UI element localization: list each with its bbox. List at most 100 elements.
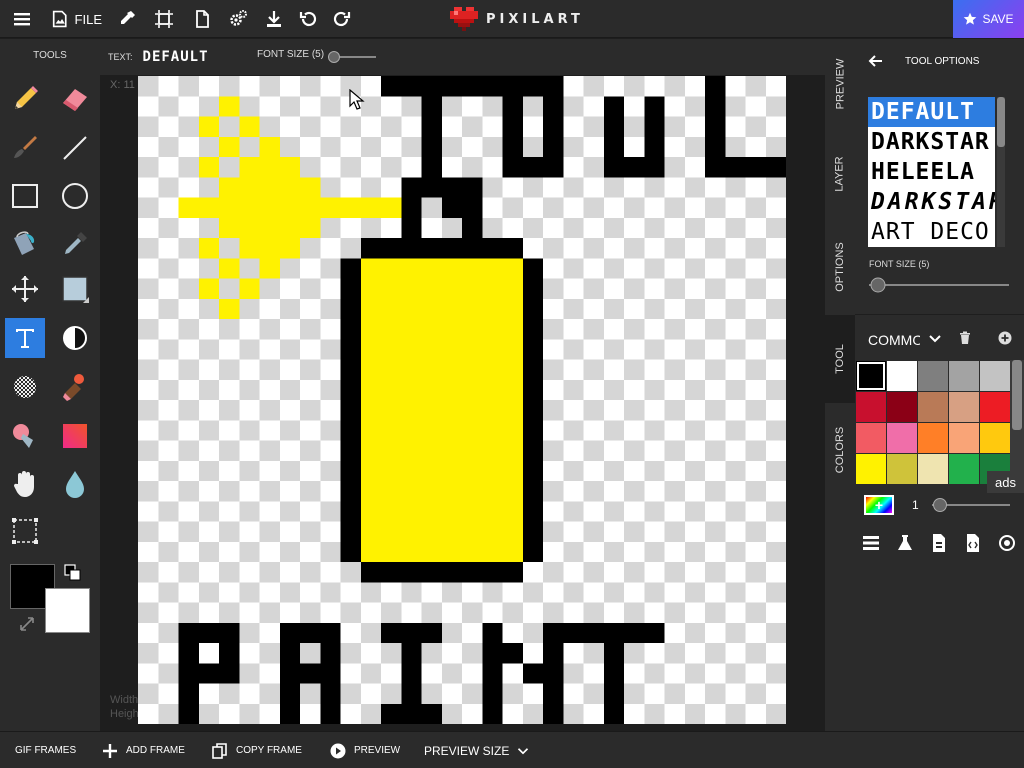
star-icon — [964, 12, 977, 25]
stamp-tool[interactable] — [55, 367, 95, 407]
list-icon[interactable] — [861, 533, 881, 553]
color-swatch[interactable] — [856, 361, 886, 391]
trash-icon[interactable] — [958, 331, 972, 345]
plus-icon — [103, 743, 117, 758]
font-list-scroll-thumb[interactable] — [997, 97, 1005, 147]
save-button[interactable]: SAVE — [953, 0, 1024, 38]
swap-colors-icon[interactable] — [18, 615, 36, 633]
copy-frame-label: COPY FRAME — [236, 745, 302, 756]
export-code-icon[interactable] — [963, 533, 983, 553]
copy-frame-button[interactable]: COPY FRAME — [212, 732, 302, 768]
eraser-tool[interactable] — [55, 79, 95, 119]
custom-color-button[interactable]: + — [864, 495, 894, 515]
undo-icon[interactable] — [296, 0, 320, 38]
lighten-circle-icon — [63, 326, 87, 350]
pixilart-logo[interactable]: PIXILART — [450, 6, 584, 32]
resize-canvas-icon[interactable] — [152, 0, 176, 38]
color-swatch[interactable] — [949, 423, 979, 453]
color-swatch[interactable] — [980, 392, 1010, 422]
color-swatch[interactable] — [949, 392, 979, 422]
font-list-scrollbar[interactable] — [997, 97, 1005, 247]
font-size-slider[interactable] — [328, 51, 376, 63]
ads-badge[interactable]: ads — [987, 471, 1024, 493]
tools-title: TOOLS — [33, 50, 67, 61]
gradient-tool[interactable] — [55, 416, 95, 456]
font-item-default[interactable]: DEFAULT — [868, 97, 995, 127]
move-arrows-icon — [12, 276, 38, 302]
bucket-tool[interactable] — [5, 224, 45, 264]
color-swatch[interactable] — [887, 423, 917, 453]
color-swatch[interactable] — [980, 361, 1010, 391]
font-item-heleela[interactable]: HELEELA — [868, 157, 995, 187]
drawing-canvas[interactable] — [138, 76, 786, 724]
color-swatch[interactable] — [918, 361, 948, 391]
font-item-art-deco[interactable]: ART DECO — [868, 217, 995, 247]
flask-icon[interactable] — [895, 533, 915, 553]
tab-preview[interactable]: PREVIEW — [825, 39, 855, 129]
brush-size-slider[interactable] — [932, 497, 1010, 513]
stamp-icon — [63, 374, 84, 401]
hand-tool[interactable] — [5, 464, 45, 504]
font-item-darkstar[interactable]: DARKSTAR — [868, 127, 995, 157]
back-arrow-icon[interactable] — [867, 53, 883, 69]
brush-tool[interactable] — [5, 128, 45, 168]
target-icon[interactable] — [997, 533, 1017, 553]
redo-icon[interactable] — [330, 0, 354, 38]
color-swatch[interactable] — [887, 361, 917, 391]
color-swatch[interactable] — [856, 423, 886, 453]
chevron-down-icon[interactable] — [928, 332, 942, 346]
settings-gears-icon[interactable] — [226, 0, 250, 38]
color-swatch[interactable] — [856, 392, 886, 422]
color-swatch[interactable] — [887, 392, 917, 422]
reset-colors-icon[interactable] — [64, 564, 82, 582]
add-circle-icon[interactable] — [998, 331, 1012, 345]
shade-tool[interactable] — [5, 416, 45, 456]
color-swatch[interactable] — [949, 361, 979, 391]
blur-tool[interactable] — [55, 464, 95, 504]
import-file-icon[interactable] — [929, 533, 949, 553]
swatches-scroll-thumb[interactable] — [1012, 360, 1022, 430]
move-tool[interactable] — [5, 269, 45, 309]
secondary-color-swatch[interactable] — [45, 588, 90, 633]
color-swatch[interactable] — [980, 423, 1010, 453]
menu-icon[interactable] — [8, 0, 36, 38]
ellipse-tool[interactable] — [55, 176, 95, 216]
color-swatch[interactable] — [918, 392, 948, 422]
tab-colors[interactable]: COLORS — [825, 405, 855, 495]
add-frame-label: ADD FRAME — [126, 745, 185, 756]
tab-layer[interactable]: LAYER — [825, 131, 855, 216]
line-tool[interactable] — [55, 128, 95, 168]
font-item-darkstar-outline[interactable]: DARKSTAR — [868, 187, 995, 217]
palette-select[interactable]: COMMON — [868, 332, 920, 348]
font-list[interactable]: DEFAULT DARKSTAR HELEELA DARKSTAR ART DE… — [868, 97, 995, 247]
preview-size-select[interactable]: PREVIEW SIZE — [424, 732, 529, 768]
text-tool[interactable] — [5, 318, 45, 358]
dither-tool[interactable] — [5, 367, 45, 407]
select-tool[interactable] — [55, 269, 95, 309]
file-menu-button[interactable]: FILE — [50, 0, 102, 38]
color-swatch[interactable] — [949, 454, 979, 484]
line-icon — [63, 136, 87, 160]
add-frame-button[interactable]: ADD FRAME — [102, 732, 185, 768]
color-swatch[interactable] — [918, 423, 948, 453]
panel-font-size-slider[interactable] — [869, 277, 1009, 293]
tool-options-title: TOOL OPTIONS — [905, 56, 980, 67]
tab-tool[interactable]: TOOL — [825, 315, 855, 403]
color-swatch[interactable] — [856, 454, 886, 484]
new-file-icon[interactable] — [190, 0, 214, 38]
eyedropper-top-icon[interactable] — [115, 0, 139, 38]
lighten-tool[interactable] — [55, 318, 95, 358]
text-value-input[interactable]: DEFAULT — [143, 49, 209, 65]
pencil-tool[interactable] — [5, 79, 45, 119]
color-swatch[interactable] — [918, 454, 948, 484]
crop-tool[interactable] — [5, 511, 45, 551]
color-swatch[interactable] — [887, 454, 917, 484]
rectangle-tool[interactable] — [5, 176, 45, 216]
preview-button[interactable]: PREVIEW — [330, 732, 400, 768]
eyedropper-tool[interactable] — [55, 224, 95, 264]
save-label: SAVE — [982, 12, 1014, 26]
gif-frames-toggle[interactable]: GIF FRAMES — [15, 732, 76, 768]
tab-options[interactable]: OPTIONS — [825, 219, 855, 314]
download-icon[interactable] — [262, 0, 286, 38]
font-size-label: FONT SIZE (5) — [257, 49, 325, 60]
